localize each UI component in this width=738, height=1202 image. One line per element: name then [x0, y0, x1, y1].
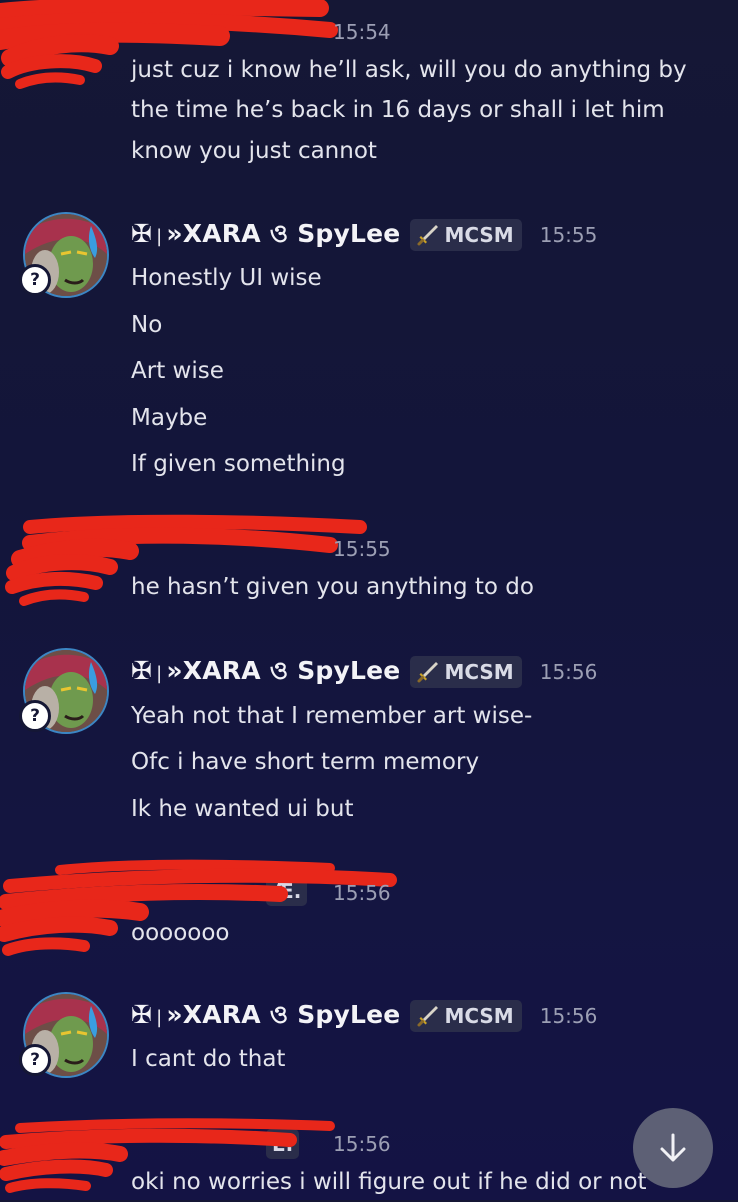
message-text: he hasn’t given you anything to do [131, 574, 534, 600]
help-question-icon: ? [19, 700, 51, 732]
message-text: Ik he wanted ui but [131, 796, 354, 822]
role-tag[interactable]: MCSM [410, 219, 522, 251]
message-text: just cuz i know he’ll ask, will you do a… [131, 57, 687, 83]
username-fragment: Æ. [266, 876, 308, 906]
message-text: ooooooo [131, 920, 230, 946]
username-fragment: E. [266, 1129, 300, 1159]
sword-icon [417, 225, 439, 246]
message-text: I cant do that [131, 1046, 286, 1072]
message-text: No [131, 312, 163, 338]
message-header: ✠ | »XARA ও SpyLee MCSM 15:56 [131, 996, 597, 1036]
message-text: Maybe [131, 405, 208, 431]
message-timestamp: 15:56 [333, 1132, 391, 1156]
help-question-icon: ? [19, 1044, 51, 1076]
message-timestamp: 15:54 [333, 20, 391, 44]
username[interactable]: ✠ | »XARA ও SpyLee [131, 214, 400, 257]
role-tag[interactable]: MCSM [410, 1000, 522, 1032]
avatar[interactable]: ? [19, 992, 109, 1078]
message-timestamp: 15:56 [539, 660, 598, 684]
message-text: If given something [131, 451, 346, 477]
message-text: Yeah not that I remember art wise- [131, 703, 533, 729]
username[interactable]: ✠ | »XARA ও SpyLee [131, 651, 400, 694]
sword-icon [417, 662, 439, 683]
message-timestamp: 15:56 [539, 1004, 598, 1028]
help-question-icon: ? [19, 264, 51, 296]
message-text: oki no worries i will figure out if he d… [131, 1169, 647, 1195]
message-timestamp: 15:55 [333, 537, 391, 561]
avatar[interactable]: ? [19, 648, 109, 734]
message-header: ✠ | »XARA ও SpyLee MCSM 15:55 [131, 215, 597, 255]
message-timestamp: 15:55 [539, 223, 598, 247]
message-timestamp: 15:56 [333, 881, 391, 905]
message-text: the time he’s back in 16 days or shall i… [131, 97, 665, 123]
message-text: know you just cannot [131, 138, 377, 164]
message-text: Ofc i have short term memory [131, 749, 480, 775]
role-tag[interactable]: MCSM [410, 656, 522, 688]
username[interactable]: ✠ | »XARA ও SpyLee [131, 995, 400, 1038]
message-header: ✠ | »XARA ও SpyLee MCSM 15:56 [131, 652, 597, 692]
arrow-down-icon [660, 1133, 686, 1162]
message-text: Art wise [131, 358, 224, 384]
avatar[interactable]: ? [19, 212, 109, 298]
message-text: Honestly UI wise [131, 265, 322, 291]
sword-icon [417, 1006, 439, 1027]
scroll-to-bottom-button[interactable] [633, 1108, 713, 1188]
